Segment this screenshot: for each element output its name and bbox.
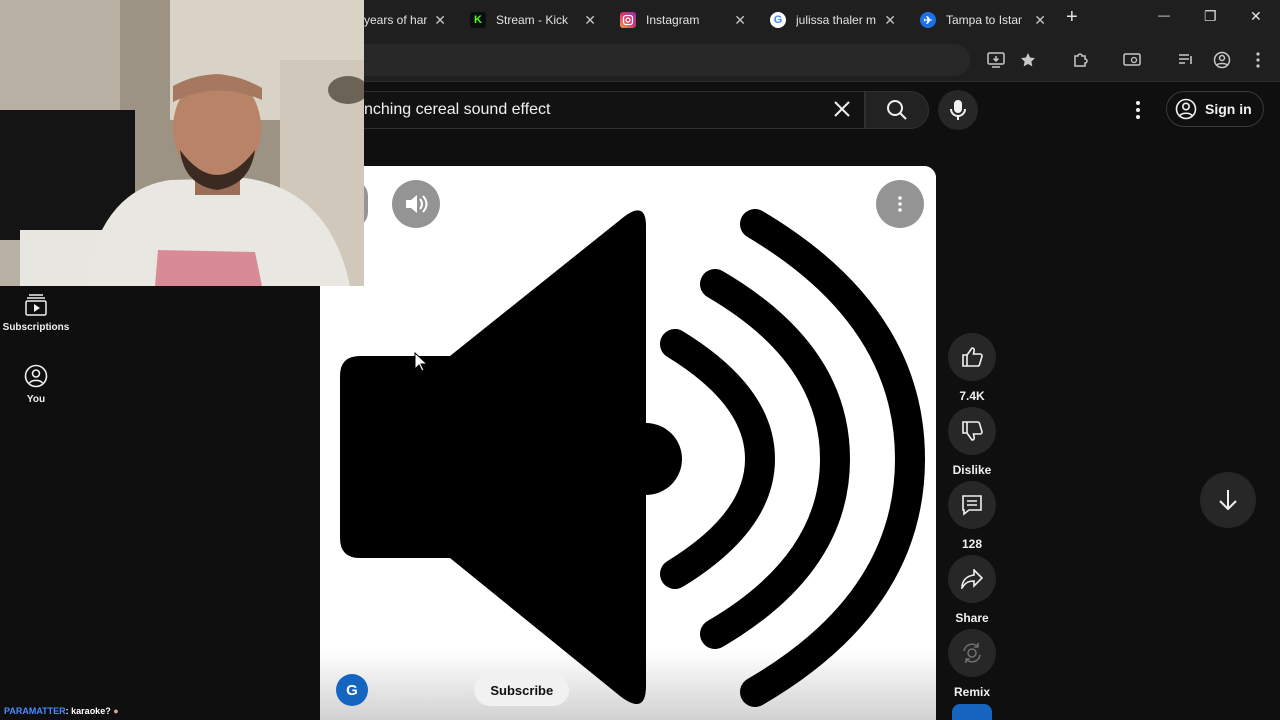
chat-text: : karaoke? bbox=[65, 706, 111, 716]
thumb-down-icon bbox=[962, 421, 983, 441]
flights-icon: ✈ bbox=[920, 12, 936, 28]
tab-title: Tampa to Istan bbox=[946, 13, 1022, 27]
nav-label: Subscriptions bbox=[2, 322, 70, 333]
comment-icon bbox=[962, 495, 982, 516]
next-video-button[interactable] bbox=[1200, 472, 1256, 528]
volume-button[interactable] bbox=[392, 180, 440, 228]
comment-count: 128 bbox=[961, 537, 983, 551]
account-circle-icon bbox=[24, 364, 48, 388]
cursor-icon bbox=[414, 352, 428, 372]
tab-google[interactable]: G julissa thaler m ✕ bbox=[770, 6, 896, 34]
player-more-button[interactable] bbox=[876, 180, 924, 228]
dislike-label: Dislike bbox=[952, 463, 992, 477]
voice-search-button[interactable] bbox=[938, 90, 978, 130]
channel-avatar[interactable]: G bbox=[336, 674, 368, 706]
account-circle-icon bbox=[1175, 98, 1197, 120]
tab-close-icon[interactable]: ✕ bbox=[884, 12, 896, 29]
google-icon: G bbox=[770, 12, 786, 28]
tab-close-icon[interactable]: ✕ bbox=[584, 12, 596, 29]
kick-icon: K bbox=[470, 12, 486, 28]
search-button[interactable] bbox=[865, 91, 929, 129]
streamer-webcam-image bbox=[0, 0, 364, 286]
tab-close-icon[interactable]: ✕ bbox=[434, 12, 446, 29]
tab-flights[interactable]: ✈ Tampa to Istan ✕ bbox=[920, 6, 1046, 34]
emoji-icon: ● bbox=[113, 706, 119, 716]
screen: years of har ✕ K Stream - Kick ✕ Instagr… bbox=[0, 0, 1280, 720]
faded-chat-lines bbox=[4, 680, 316, 691]
tab-close-icon[interactable]: ✕ bbox=[734, 12, 746, 29]
media-control-icon[interactable] bbox=[1176, 50, 1196, 70]
address-bar[interactable] bbox=[330, 44, 970, 76]
webcam-overlay bbox=[0, 0, 364, 286]
tab-search-icon[interactable] bbox=[1122, 50, 1142, 70]
nav-label: You bbox=[26, 394, 46, 405]
new-tab-icon[interactable]: + bbox=[1066, 6, 1078, 29]
clear-search-icon[interactable] bbox=[832, 99, 852, 119]
comments-action[interactable]: 128 bbox=[940, 481, 1004, 551]
search-icon bbox=[887, 100, 907, 120]
tab-kick[interactable]: K Stream - Kick ✕ bbox=[470, 6, 596, 34]
window-close-icon[interactable]: ✕ bbox=[1250, 8, 1262, 25]
like-action[interactable]: 7.4K bbox=[940, 333, 1004, 403]
share-button[interactable] bbox=[948, 555, 996, 603]
share-label: Share bbox=[955, 611, 989, 625]
arrow-down-icon bbox=[1219, 490, 1237, 511]
profile-icon[interactable] bbox=[1212, 50, 1232, 70]
volume-icon bbox=[406, 195, 428, 213]
thumb-up-icon bbox=[962, 347, 983, 367]
dislike-action[interactable]: Dislike bbox=[940, 407, 1004, 477]
share-icon bbox=[961, 569, 983, 589]
channel-avatar-small[interactable] bbox=[952, 704, 992, 720]
settings-menu-icon[interactable] bbox=[1128, 98, 1148, 122]
like-count: 7.4K bbox=[959, 389, 985, 403]
channel-row: G @gracegodson Subscribe bbox=[336, 674, 570, 706]
restore-icon[interactable]: ❐ bbox=[1204, 8, 1217, 25]
tab-partial[interactable]: years of har ✕ bbox=[364, 6, 446, 34]
tab-close-icon[interactable]: ✕ bbox=[1034, 12, 1046, 29]
chat-message: PARAMATTER: karaoke? ● bbox=[4, 706, 119, 716]
minimize-icon[interactable]: — bbox=[1158, 8, 1170, 22]
microphone-icon bbox=[950, 100, 966, 120]
bookmark-star-icon[interactable] bbox=[1018, 50, 1038, 70]
browser-menu-icon[interactable] bbox=[1248, 50, 1268, 70]
more-vertical-icon bbox=[898, 196, 902, 212]
tab-title: Instagram bbox=[646, 13, 700, 27]
tab-title: Stream - Kick bbox=[496, 13, 569, 27]
remix-icon bbox=[963, 643, 981, 663]
install-app-icon[interactable] bbox=[986, 50, 1006, 70]
share-action[interactable]: Share bbox=[940, 555, 1004, 625]
sign-in-label: Sign in bbox=[1205, 101, 1252, 117]
remix-label: Remix bbox=[953, 685, 991, 699]
dislike-button[interactable] bbox=[948, 407, 996, 455]
comments-button[interactable] bbox=[948, 481, 996, 529]
tab-instagram[interactable]: Instagram ✕ bbox=[620, 6, 746, 34]
chat-username: PARAMATTER bbox=[4, 706, 66, 716]
instagram-icon bbox=[620, 12, 636, 28]
like-button[interactable] bbox=[948, 333, 996, 381]
nav-you[interactable]: You bbox=[0, 364, 72, 405]
nav-subscriptions[interactable]: Subscriptions bbox=[0, 294, 72, 333]
sign-in-button[interactable]: Sign in bbox=[1166, 91, 1264, 127]
remix-button[interactable] bbox=[948, 629, 996, 677]
remix-action[interactable]: Remix bbox=[940, 629, 1004, 699]
channel-handle[interactable]: @gracegodson bbox=[376, 683, 464, 698]
tab-title: julissa thaler m bbox=[796, 13, 876, 27]
subscribe-button[interactable]: Subscribe bbox=[474, 674, 570, 706]
subscriptions-icon bbox=[25, 294, 47, 316]
search-query-text: nching cereal sound effect bbox=[364, 101, 551, 118]
tab-title: years of har bbox=[364, 13, 428, 27]
video-player[interactable]: G @gracegodson Subscribe bbox=[320, 166, 936, 720]
extensions-icon[interactable] bbox=[1070, 50, 1090, 70]
speaker-thumbnail-image bbox=[320, 166, 936, 720]
